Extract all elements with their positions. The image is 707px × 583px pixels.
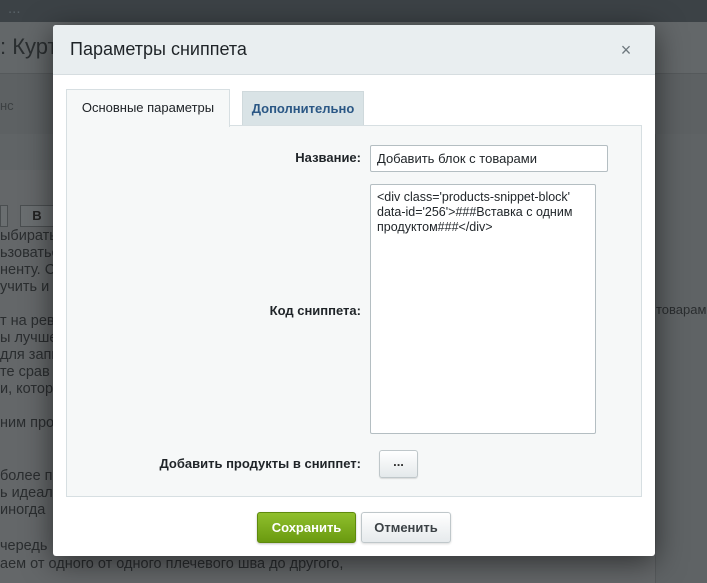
background-text-line: более п	[0, 468, 53, 484]
background-text-line: ненту. С	[0, 262, 56, 278]
dialog-header: Параметры сниппета ×	[53, 25, 655, 75]
background-text-line: учить и	[0, 279, 50, 295]
background-editor-toolbar: B	[0, 203, 60, 229]
background-tab-fragment: нс	[0, 98, 14, 113]
snippet-code-label: Код сниппета:	[269, 303, 361, 318]
save-button[interactable]: Сохранить	[257, 512, 356, 543]
tab-additional[interactable]: Дополнительно	[242, 91, 364, 126]
tab-main-params[interactable]: Основные параметры	[66, 89, 230, 127]
add-products-label: Добавить продукты в сниппет:	[159, 456, 362, 471]
background-text-line: и, котор	[0, 381, 54, 397]
background-text-line: аем от одного от одного плечевого шва до…	[0, 556, 344, 572]
background-text-line: для запи	[0, 347, 60, 363]
snippet-code-textarea[interactable]: <div class='products-snippet-block' data…	[370, 184, 596, 434]
background-bold-button: B	[20, 205, 54, 227]
close-icon[interactable]: ×	[618, 41, 634, 59]
background-text-line: те срав	[0, 364, 50, 380]
background-top-text: ...	[8, 0, 21, 17]
background-text-line: ь идеал	[0, 485, 53, 501]
name-label: Название:	[295, 150, 361, 165]
background-text-line: ьзоватьс	[0, 245, 59, 261]
background-top-bar: ...	[0, 0, 707, 22]
background-text-line: ы лучше	[0, 330, 58, 346]
background-right-fragment: товарам	[656, 302, 707, 317]
snippet-params-dialog: Параметры сниппета × Основные параметры …	[53, 25, 655, 556]
background-text-line: ним про	[0, 415, 55, 431]
background-page-title: : Курт	[0, 34, 58, 59]
background-text-line: чередь	[0, 538, 48, 554]
name-field[interactable]	[370, 145, 608, 172]
background-toolbar-button	[0, 205, 8, 227]
background-text-line: ыбирать	[0, 228, 57, 244]
dialog-title: Параметры сниппета	[70, 39, 247, 59]
background-text-line: иногда	[0, 502, 46, 518]
background-right-panel	[655, 134, 707, 583]
background-text-line: т на рев	[0, 313, 55, 329]
add-products-button[interactable]: ...	[379, 450, 418, 478]
cancel-button[interactable]: Отменить	[361, 512, 451, 543]
